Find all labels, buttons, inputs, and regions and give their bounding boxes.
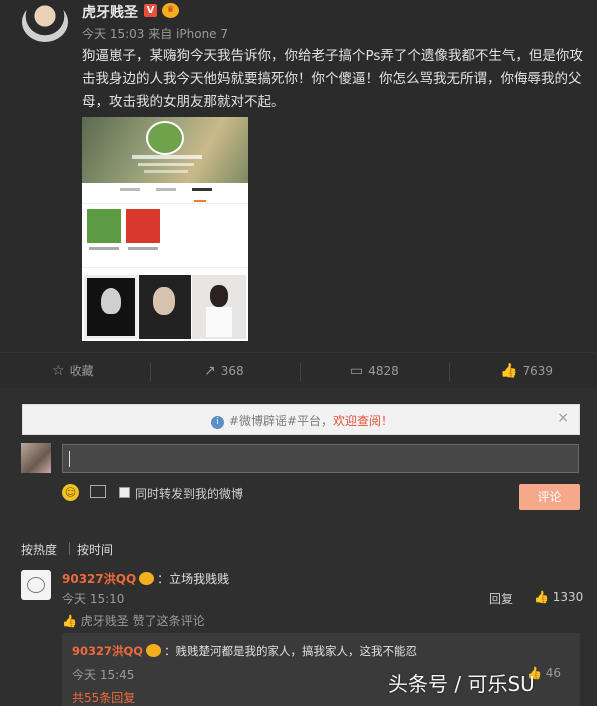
reply-time: 今天 15:45	[72, 668, 135, 682]
comment-button[interactable]: ▭ 4828	[350, 353, 399, 389]
post-actions-bar: ☆ 收藏 ↗ 368 ▭ 4828 👍 7639	[0, 352, 597, 389]
notice-text: #微博辟谣#平台，	[228, 414, 334, 428]
member-badge-icon	[139, 572, 155, 585]
close-icon[interactable]: ×	[557, 410, 569, 426]
star-icon: ☆	[52, 363, 65, 379]
reply-text: ：贱贱楚河都是我的家人，搞我家人，这我不能忍	[164, 644, 418, 658]
author-liked-note: 👍 虎牙贱圣 赞了这条评论	[62, 614, 205, 628]
comment-section: i #微博辟谣#平台，欢迎查阅！ × ☺ 同时转发到我的微博 评论 按热度 按时间…	[0, 388, 597, 706]
reply-user-name[interactable]: 90327洪QQ	[72, 644, 143, 658]
comment-like-button[interactable]: 👍 1330	[534, 590, 583, 604]
reply-line: 90327洪QQ ：贱贱楚河都是我的家人，搞我家人，这我不能忍	[72, 643, 417, 659]
comment-line: 90327洪QQ ：立场我贱贱	[62, 570, 229, 587]
repost-checkbox[interactable]	[119, 487, 130, 498]
thumbs-up-icon: 👍	[62, 614, 81, 628]
favorite-button[interactable]: ☆ 收藏	[52, 353, 94, 389]
comment-input[interactable]	[62, 444, 579, 473]
image-photo	[139, 275, 191, 339]
post-source: 来自 iPhone 7	[148, 27, 229, 41]
post-time[interactable]: 今天 15:03	[82, 27, 144, 41]
notice-link[interactable]: 欢迎查阅！	[333, 414, 393, 428]
image-tabs	[82, 183, 248, 204]
repost-checkbox-label[interactable]: 同时转发到我的微博	[135, 485, 243, 502]
image-photo	[84, 275, 138, 339]
repost-button[interactable]: ↗ 368	[204, 353, 244, 389]
image-upload-icon[interactable]	[90, 485, 106, 498]
member-badge-icon[interactable]: ♛	[162, 3, 179, 18]
verified-icon: V	[144, 4, 157, 17]
sort-by-time[interactable]: 按时间	[77, 541, 113, 558]
info-icon: i	[210, 416, 224, 429]
sort-by-hot[interactable]: 按热度	[21, 541, 57, 558]
image-avatar	[146, 121, 184, 155]
comment-icon: ▭	[350, 363, 364, 379]
thumbs-up-icon: 👍	[500, 363, 518, 379]
watermark: 头条号 / 可乐SU	[388, 672, 535, 696]
author-avatar[interactable]	[22, 2, 68, 42]
post-image[interactable]	[82, 117, 248, 341]
member-badge-icon	[146, 644, 162, 657]
more-replies-link[interactable]: 共55条回复	[72, 689, 135, 706]
image-album-thumb	[87, 209, 121, 243]
author-name[interactable]: 虎牙贱圣	[82, 2, 138, 22]
comment-time: 今天 15:10	[62, 592, 125, 606]
post-text: 狗逼崽子，某嗨狗今天我告诉你，你给老子搞个Ps弄了个遗像我都不生气，但是你攻击我…	[82, 48, 583, 110]
emoji-icon[interactable]: ☺	[62, 484, 79, 501]
thumbs-up-icon: 👍	[534, 590, 553, 604]
comment-text: ：立场我贱贱	[157, 572, 230, 586]
weibo-post: 虎牙贱圣 V ♛ 今天 15:03 来自 iPhone 7 狗逼崽子，某嗨狗今天…	[0, 0, 597, 352]
submit-comment-button[interactable]: 评论	[519, 484, 580, 510]
repost-icon: ↗	[204, 363, 216, 379]
commenter-avatar[interactable]	[21, 570, 51, 600]
image-photo	[192, 275, 246, 339]
image-album-thumb	[126, 209, 160, 243]
my-avatar	[21, 443, 51, 473]
like-button[interactable]: 👍 7639	[500, 353, 553, 389]
notice-banner: i #微博辟谣#平台，欢迎查阅！ ×	[22, 404, 580, 435]
reply-button[interactable]: 回复	[489, 590, 513, 607]
commenter-name[interactable]: 90327洪QQ	[62, 572, 136, 586]
post-meta: 今天 15:03 来自 iPhone 7	[82, 25, 228, 42]
